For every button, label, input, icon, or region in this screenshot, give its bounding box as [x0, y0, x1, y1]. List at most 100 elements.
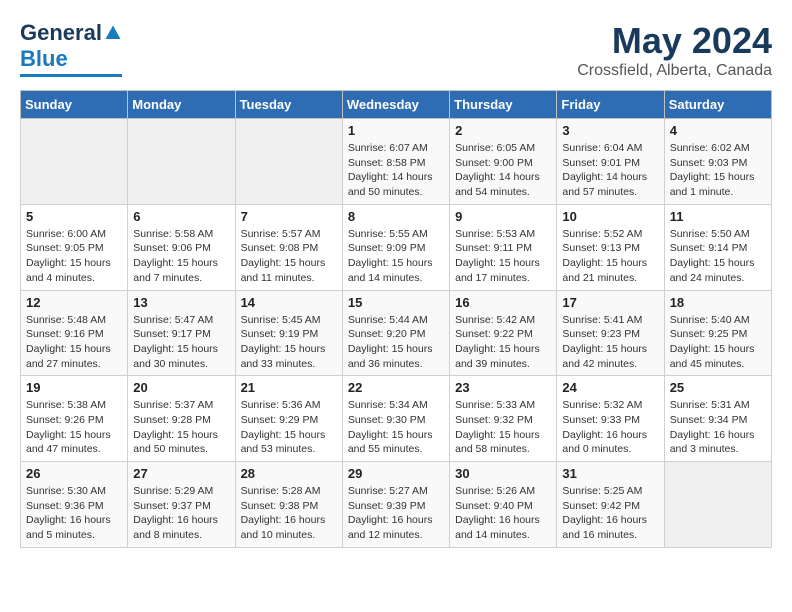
calendar-cell-w5-d7	[664, 462, 771, 548]
calendar-cell-w4-d4: 22 Sunrise: 5:34 AM Sunset: 9:30 PM Dayli…	[342, 376, 449, 462]
calendar-cell-w1-d5: 2 Sunrise: 6:05 AM Sunset: 9:00 PM Daylig…	[450, 119, 557, 205]
day-number: 5	[26, 209, 122, 224]
day-info: Sunrise: 5:45 AM Sunset: 9:19 PM Dayligh…	[241, 313, 337, 372]
day-number: 8	[348, 209, 444, 224]
day-number: 16	[455, 295, 551, 310]
calendar-cell-w1-d1	[21, 119, 128, 205]
day-number: 20	[133, 380, 229, 395]
calendar-week-2: 5 Sunrise: 6:00 AM Sunset: 9:05 PM Daylig…	[21, 204, 772, 290]
calendar-cell-w5-d2: 27 Sunrise: 5:29 AM Sunset: 9:37 PM Dayli…	[128, 462, 235, 548]
calendar-cell-w3-d6: 17 Sunrise: 5:41 AM Sunset: 9:23 PM Dayli…	[557, 290, 664, 376]
calendar-cell-w4-d7: 25 Sunrise: 5:31 AM Sunset: 9:34 PM Dayli…	[664, 376, 771, 462]
calendar-cell-w5-d6: 31 Sunrise: 5:25 AM Sunset: 9:42 PM Dayli…	[557, 462, 664, 548]
header-sunday: Sunday	[21, 91, 128, 119]
header-friday: Friday	[557, 91, 664, 119]
day-info: Sunrise: 5:32 AM Sunset: 9:33 PM Dayligh…	[562, 398, 658, 457]
calendar-cell-w3-d2: 13Sunrise: 5:47 AM Sunset: 9:17 PM Dayli…	[128, 290, 235, 376]
calendar-header-row: Sunday Monday Tuesday Wednesday Thursday…	[21, 91, 772, 119]
logo-underline	[20, 74, 122, 77]
day-info: Sunrise: 5:48 AM Sunset: 9:16 PM Dayligh…	[26, 313, 122, 372]
day-info: Sunrise: 6:00 AM Sunset: 9:05 PM Dayligh…	[26, 227, 122, 286]
day-number: 2	[455, 123, 551, 138]
day-info: Sunrise: 5:31 AM Sunset: 9:34 PM Dayligh…	[670, 398, 766, 457]
header-tuesday: Tuesday	[235, 91, 342, 119]
day-info: Sunrise: 5:47 AM Sunset: 9:17 PM Dayligh…	[133, 313, 229, 372]
logo-general: General	[20, 20, 102, 46]
day-info: Sunrise: 5:36 AM Sunset: 9:29 PM Dayligh…	[241, 398, 337, 457]
calendar-cell-w3-d1: 12 Sunrise: 5:48 AM Sunset: 9:16 PM Dayli…	[21, 290, 128, 376]
header-monday: Monday	[128, 91, 235, 119]
day-info: Sunrise: 5:44 AM Sunset: 9:20 PM Dayligh…	[348, 313, 444, 372]
day-info: Sunrise: 5:27 AM Sunset: 9:39 PM Dayligh…	[348, 484, 444, 543]
calendar-cell-w4-d6: 24 Sunrise: 5:32 AM Sunset: 9:33 PM Dayli…	[557, 376, 664, 462]
day-number: 27	[133, 466, 229, 481]
header-saturday: Saturday	[664, 91, 771, 119]
calendar-week-4: 19 Sunrise: 5:38 AM Sunset: 9:26 PM Dayli…	[21, 376, 772, 462]
day-info: Sunrise: 5:41 AM Sunset: 9:23 PM Dayligh…	[562, 313, 658, 372]
calendar-cell-w5-d5: 30Sunrise: 5:26 AM Sunset: 9:40 PM Dayli…	[450, 462, 557, 548]
main-title: May 2024	[577, 20, 772, 62]
calendar-table: Sunday Monday Tuesday Wednesday Thursday…	[20, 90, 772, 548]
day-number: 19	[26, 380, 122, 395]
day-number: 11	[670, 209, 766, 224]
header-wednesday: Wednesday	[342, 91, 449, 119]
day-number: 25	[670, 380, 766, 395]
day-info: Sunrise: 5:26 AM Sunset: 9:40 PM Dayligh…	[455, 484, 551, 543]
day-number: 17	[562, 295, 658, 310]
subtitle: Crossfield, Alberta, Canada	[577, 62, 772, 80]
calendar-cell-w5-d4: 29Sunrise: 5:27 AM Sunset: 9:39 PM Dayli…	[342, 462, 449, 548]
calendar-cell-w1-d6: 3 Sunrise: 6:04 AM Sunset: 9:01 PM Daylig…	[557, 119, 664, 205]
day-info: Sunrise: 5:25 AM Sunset: 9:42 PM Dayligh…	[562, 484, 658, 543]
day-number: 10	[562, 209, 658, 224]
day-number: 3	[562, 123, 658, 138]
calendar-cell-w2-d7: 11 Sunrise: 5:50 AM Sunset: 9:14 PM Dayli…	[664, 204, 771, 290]
page-header: General Blue May 2024 Crossfield, Albert…	[20, 20, 772, 80]
calendar-cell-w5-d1: 26Sunrise: 5:30 AM Sunset: 9:36 PM Dayli…	[21, 462, 128, 548]
day-number: 22	[348, 380, 444, 395]
calendar-cell-w2-d5: 9Sunrise: 5:53 AM Sunset: 9:11 PM Daylig…	[450, 204, 557, 290]
day-info: Sunrise: 5:42 AM Sunset: 9:22 PM Dayligh…	[455, 313, 551, 372]
logo-blue-text: Blue	[20, 46, 68, 72]
calendar-cell-w2-d6: 10 Sunrise: 5:52 AM Sunset: 9:13 PM Dayli…	[557, 204, 664, 290]
day-info: Sunrise: 6:02 AM Sunset: 9:03 PM Dayligh…	[670, 141, 766, 200]
calendar-cell-w1-d4: 1 Sunrise: 6:07 AM Sunset: 8:58 PM Daylig…	[342, 119, 449, 205]
day-info: Sunrise: 5:50 AM Sunset: 9:14 PM Dayligh…	[670, 227, 766, 286]
day-info: Sunrise: 5:34 AM Sunset: 9:30 PM Dayligh…	[348, 398, 444, 457]
day-info: Sunrise: 5:38 AM Sunset: 9:26 PM Dayligh…	[26, 398, 122, 457]
logo-text: General	[20, 20, 122, 46]
day-info: Sunrise: 6:07 AM Sunset: 8:58 PM Dayligh…	[348, 141, 444, 200]
calendar-cell-w4-d3: 21Sunrise: 5:36 AM Sunset: 9:29 PM Dayli…	[235, 376, 342, 462]
calendar-week-3: 12 Sunrise: 5:48 AM Sunset: 9:16 PM Dayli…	[21, 290, 772, 376]
day-number: 26	[26, 466, 122, 481]
day-info: Sunrise: 5:33 AM Sunset: 9:32 PM Dayligh…	[455, 398, 551, 457]
calendar-cell-w1-d2	[128, 119, 235, 205]
day-number: 23	[455, 380, 551, 395]
day-info: Sunrise: 6:05 AM Sunset: 9:00 PM Dayligh…	[455, 141, 551, 200]
day-number: 31	[562, 466, 658, 481]
logo-icon	[104, 24, 122, 42]
day-number: 14	[241, 295, 337, 310]
day-number: 24	[562, 380, 658, 395]
calendar-cell-w1-d3	[235, 119, 342, 205]
day-info: Sunrise: 5:40 AM Sunset: 9:25 PM Dayligh…	[670, 313, 766, 372]
day-number: 4	[670, 123, 766, 138]
title-section: May 2024 Crossfield, Alberta, Canada	[577, 20, 772, 80]
header-thursday: Thursday	[450, 91, 557, 119]
calendar-cell-w3-d3: 14 Sunrise: 5:45 AM Sunset: 9:19 PM Dayli…	[235, 290, 342, 376]
day-info: Sunrise: 5:52 AM Sunset: 9:13 PM Dayligh…	[562, 227, 658, 286]
calendar-cell-w4-d2: 20 Sunrise: 5:37 AM Sunset: 9:28 PM Dayli…	[128, 376, 235, 462]
day-info: Sunrise: 5:53 AM Sunset: 9:11 PM Dayligh…	[455, 227, 551, 286]
day-number: 18	[670, 295, 766, 310]
day-info: Sunrise: 5:29 AM Sunset: 9:37 PM Dayligh…	[133, 484, 229, 543]
day-number: 12	[26, 295, 122, 310]
day-number: 1	[348, 123, 444, 138]
day-info: Sunrise: 5:37 AM Sunset: 9:28 PM Dayligh…	[133, 398, 229, 457]
calendar-cell-w3-d5: 16 Sunrise: 5:42 AM Sunset: 9:22 PM Dayli…	[450, 290, 557, 376]
calendar-cell-w3-d7: 18 Sunrise: 5:40 AM Sunset: 9:25 PM Dayli…	[664, 290, 771, 376]
calendar-week-1: 1 Sunrise: 6:07 AM Sunset: 8:58 PM Daylig…	[21, 119, 772, 205]
day-info: Sunrise: 5:28 AM Sunset: 9:38 PM Dayligh…	[241, 484, 337, 543]
day-info: Sunrise: 6:04 AM Sunset: 9:01 PM Dayligh…	[562, 141, 658, 200]
calendar-cell-w2-d3: 7Sunrise: 5:57 AM Sunset: 9:08 PM Daylig…	[235, 204, 342, 290]
calendar-cell-w5-d3: 28Sunrise: 5:28 AM Sunset: 9:38 PM Dayli…	[235, 462, 342, 548]
calendar-cell-w2-d4: 8Sunrise: 5:55 AM Sunset: 9:09 PM Daylig…	[342, 204, 449, 290]
